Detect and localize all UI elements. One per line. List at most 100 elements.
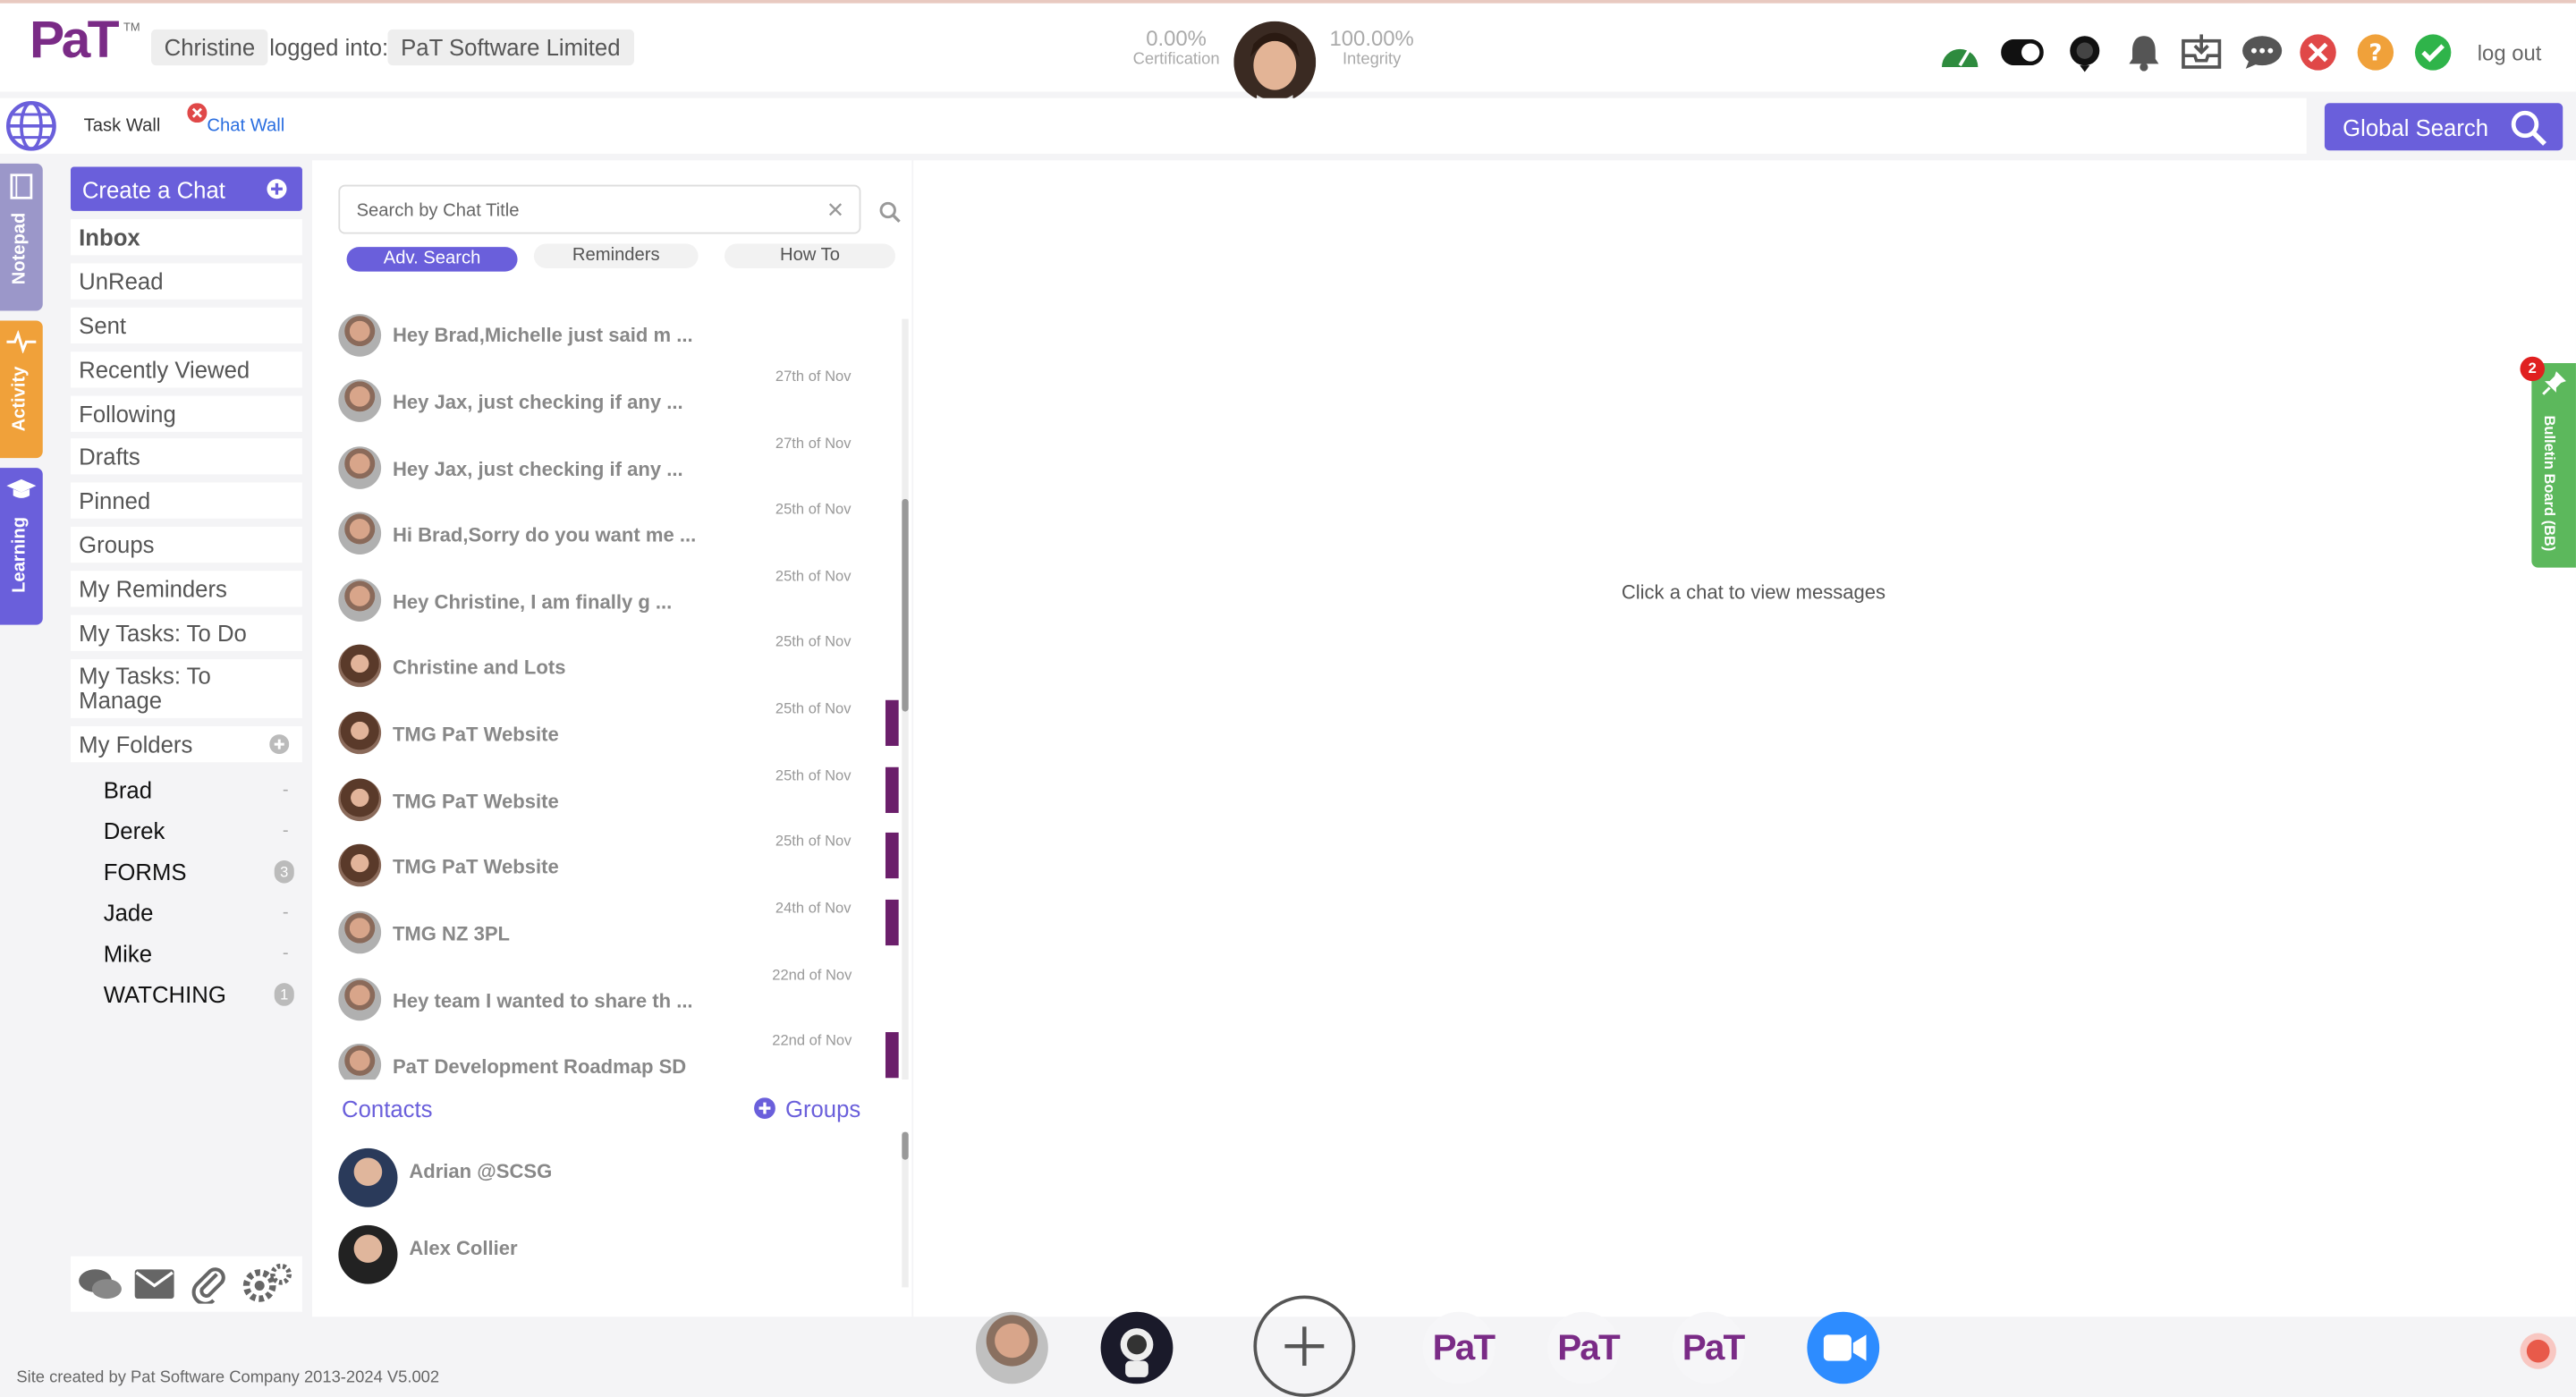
contacts-scrollbar[interactable] [902,1131,909,1288]
close-circle-icon[interactable] [2297,31,2340,74]
chat-row[interactable]: Hey Jax, just checking if any ... [338,446,896,489]
menu-unread[interactable]: UnRead [70,263,302,300]
menu-my-folders[interactable]: My Folders [70,726,302,763]
clear-search-icon[interactable]: ✕ [826,198,844,224]
groups-label: Groups [784,1096,861,1122]
menu-drafts[interactable]: Drafts [70,438,302,475]
company-pill[interactable]: PaT Software Limited [387,29,634,66]
folder-brad-badge: - [282,780,289,800]
integrity-stat: 100.00% Integrity [1323,26,1421,69]
folder-jade-badge: - [282,902,289,923]
create-chat-button[interactable]: Create a Chat [70,166,302,211]
add-quick-button[interactable] [1253,1295,1356,1397]
add-folder-icon[interactable] [269,734,290,755]
menu-inbox[interactable]: Inbox [70,219,302,256]
menu-groups[interactable]: Groups [70,526,302,563]
adv-search-button[interactable]: Adv. Search [346,247,518,272]
chat-row[interactable]: TMG NZ 3PL [338,910,896,954]
pat-shortcut-text: PaT [1557,1326,1620,1367]
plus-circle-icon [754,1097,775,1119]
chat-row[interactable]: PaT Development Roadmap SD [338,1043,896,1080]
video-camera-icon [1823,1334,1867,1361]
inbox-tray-icon[interactable] [2180,31,2223,74]
folder-forms[interactable]: FORMS [104,859,187,885]
quick-avatar-man[interactable] [975,1311,1048,1384]
paperclip-icon[interactable] [191,1265,226,1304]
reminders-button[interactable]: Reminders [533,243,699,268]
chat-row[interactable]: TMG PaT Website [338,711,896,755]
chat-row[interactable]: Christine and Lots [338,644,896,688]
contacts-heading[interactable]: Contacts [342,1096,432,1122]
check-circle-icon[interactable] [2411,31,2454,74]
chat-title: Hey Brad,Michelle just said m ... [392,324,693,347]
tab-chat-wall[interactable]: Chat Wall [207,116,284,136]
contact-row[interactable]: Alex Collier [338,1224,880,1284]
chat-title: TMG PaT Website [392,723,559,746]
user-avatar[interactable] [1233,21,1317,104]
site-credit: Site created by Pat Software Company 201… [16,1368,440,1387]
pat-app-shortcut[interactable]: PaT [1672,1311,1745,1384]
menu-pinned[interactable]: Pinned [70,482,302,519]
chats-icon[interactable] [77,1266,123,1302]
menu-sent[interactable]: Sent [70,307,302,344]
pat-logo[interactable]: PaT TM [30,10,140,71]
help-circle-icon[interactable]: ? [2354,31,2397,74]
chat-avatar [338,778,382,822]
chat-avatar [338,644,382,688]
plus-circle-icon [267,179,287,199]
folder-watching[interactable]: WATCHING [104,981,226,1007]
tab-task-wall[interactable]: Task Wall [84,116,161,136]
global-search-label: Global Search [2343,114,2489,141]
bell-icon[interactable] [2123,31,2165,74]
chat-list-scrollbar[interactable] [902,318,909,1080]
notepad-tab[interactable]: Notepad [0,163,43,311]
close-tab-icon[interactable] [187,101,208,123]
toggle-icon[interactable] [2001,31,2044,74]
chat-row[interactable]: Hey Christine, I am finally g ... [338,579,896,622]
chat-avatar [338,978,382,1021]
username-pill[interactable]: Christine [150,29,268,66]
notepad-label: Notepad [10,212,30,285]
bulletin-board-tab[interactable]: Bulletin Board (BB) [2531,363,2576,568]
chat-row[interactable]: TMG PaT Website [338,778,896,822]
folder-jade[interactable]: Jade [104,900,154,926]
chat-search-icon[interactable] [879,201,901,223]
learning-tab[interactable]: Learning [0,468,43,625]
chat-row[interactable]: Hey team I wanted to share th ... [338,978,896,1021]
folder-derek[interactable]: Derek [104,817,165,843]
chat-search-input[interactable]: Search by Chat Title ✕ [338,184,861,234]
logout-link[interactable]: log out [2478,41,2542,65]
chat-flag-bar [885,766,899,813]
chat-row[interactable]: Hi Brad,Sorry do you want me ... [338,512,896,555]
chat-list-scroll-thumb[interactable] [902,498,909,712]
menu-following[interactable]: Following [70,395,302,432]
video-call-button[interactable] [1807,1311,1880,1384]
global-search-button[interactable]: Global Search [2324,103,2563,151]
pat-app-shortcut[interactable]: PaT [1547,1311,1621,1384]
menu-recently-viewed[interactable]: Recently Viewed [70,351,302,388]
contact-row[interactable]: Adrian @SCSG [338,1147,880,1207]
mail-icon[interactable] [134,1269,174,1300]
logged-into-label: logged into: [269,34,389,61]
activity-tab[interactable]: Activity [0,320,43,459]
pat-app-shortcut[interactable]: PaT [1422,1311,1496,1384]
chat-row[interactable]: Hey Brad,Michelle just said m ... [338,314,896,357]
menu-my-reminders[interactable]: My Reminders [70,571,302,607]
chat-row[interactable]: TMG PaT Website [338,843,896,887]
support-headset-icon[interactable] [2063,31,2106,74]
notification-ring-icon[interactable] [2520,1333,2556,1369]
chat-row[interactable]: Hey Jax, just checking if any ... [338,379,896,422]
folder-brad[interactable]: Brad [104,777,152,803]
top-header: PaT TM Christine logged into: PaT Softwa… [0,0,2576,104]
how-to-button[interactable]: How To [724,243,896,268]
settings-gears-icon[interactable] [240,1263,292,1306]
folder-mike[interactable]: Mike [104,941,152,967]
menu-my-tasks-manage[interactable]: My Tasks: To Manage [70,659,302,718]
contacts-scroll-thumb[interactable] [902,1131,909,1160]
certification-label: Certification [1132,50,1220,69]
speedometer-icon[interactable] [1938,31,1981,74]
quick-astronaut-icon[interactable] [1100,1311,1174,1384]
chat-bubble-icon[interactable] [2241,31,2284,74]
menu-my-tasks-todo[interactable]: My Tasks: To Do [70,614,302,651]
globe-icon[interactable] [5,100,58,153]
